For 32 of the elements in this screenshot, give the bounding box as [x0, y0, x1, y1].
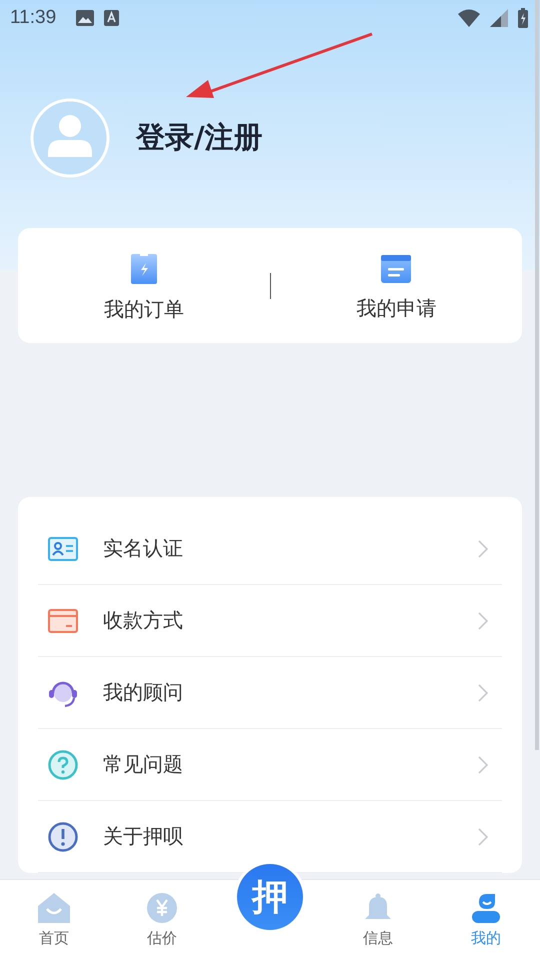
chevron-right-icon	[478, 540, 488, 558]
nav-tab[interactable]: 信息	[324, 880, 432, 960]
avatar-icon[interactable]	[30, 98, 110, 178]
info-icon	[48, 822, 78, 852]
id-card-icon	[48, 536, 78, 560]
order-icon	[130, 254, 157, 284]
chevron-right-icon	[478, 612, 488, 630]
person-icon	[472, 893, 500, 923]
menu-item[interactable]: 常见问题	[38, 729, 502, 801]
font-icon	[104, 10, 120, 26]
nav-tab[interactable]: 首页	[0, 880, 108, 960]
wifi-icon	[458, 9, 480, 27]
quick-action[interactable]: 我的订单	[18, 248, 270, 323]
menu-item[interactable]: 实名认证	[38, 513, 502, 585]
image-icon	[76, 10, 94, 26]
card-icon	[48, 608, 78, 632]
chevron-right-icon	[478, 684, 488, 702]
chevron-right-icon	[478, 828, 488, 846]
status-time: 11:39	[10, 7, 56, 29]
menu-item[interactable]: 收款方式	[38, 585, 502, 657]
yen-icon	[147, 893, 177, 923]
form-icon	[381, 255, 412, 283]
help-icon	[48, 750, 78, 780]
chevron-right-icon	[478, 756, 488, 774]
pledge-button[interactable]: 押	[237, 864, 303, 930]
login-register-link[interactable]: 登录/注册	[136, 118, 263, 158]
battery-icon	[518, 8, 528, 28]
quick-action[interactable]: 我的申请	[270, 249, 522, 322]
menu-item[interactable]: 我的顾问	[38, 657, 502, 729]
signal-icon	[490, 9, 508, 27]
home-icon	[38, 893, 70, 923]
nav-tab[interactable]: 估价	[108, 880, 216, 960]
